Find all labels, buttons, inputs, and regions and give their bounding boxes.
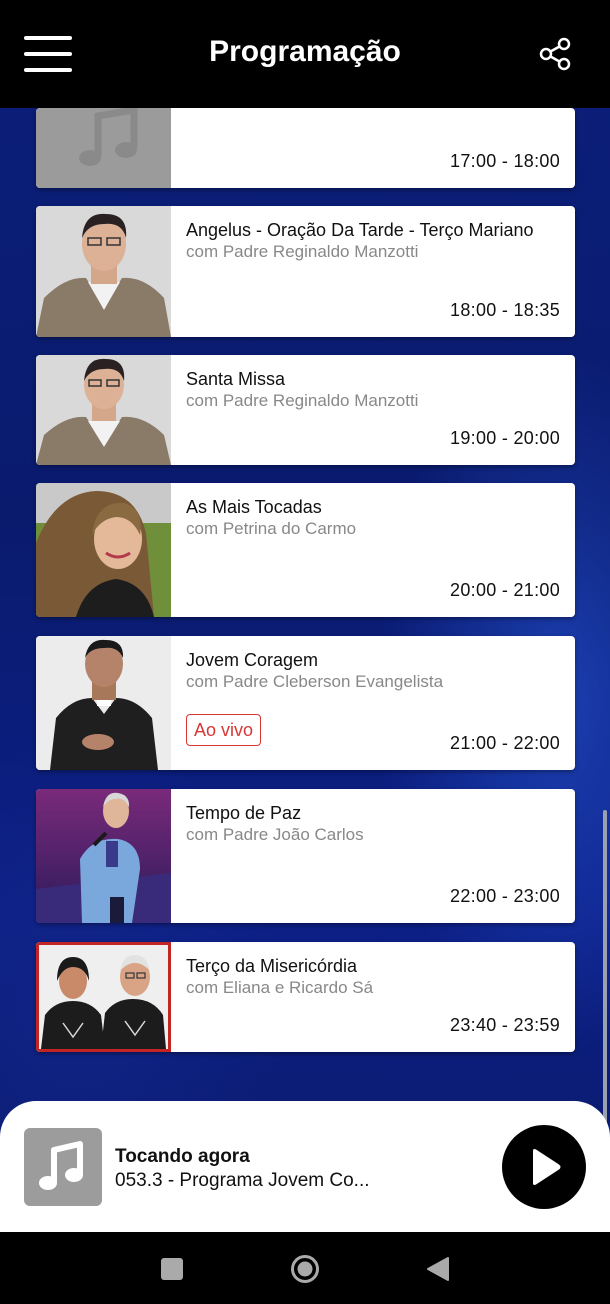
program-host: com Padre Reginaldo Manzotti <box>186 391 419 410</box>
music-placeholder-icon <box>36 108 171 188</box>
schedule-card[interactable]: Santa Missa com Padre Reginaldo Manzotti… <box>36 355 575 465</box>
page-title: Programação <box>209 35 401 68</box>
program-title: As Mais Tocadas <box>186 497 322 517</box>
schedule-time: 18:00 - 18:35 <box>450 300 560 320</box>
schedule-info: Angelus - Oração Da Tarde - Terço Marian… <box>186 220 561 262</box>
back-icon[interactable] <box>426 1256 450 1282</box>
schedule-time: 20:00 - 21:00 <box>450 580 560 600</box>
host-photo <box>36 355 171 465</box>
music-note-icon <box>24 1128 102 1206</box>
home-icon[interactable] <box>290 1254 320 1284</box>
host-photo <box>36 636 171 770</box>
schedule-card[interactable]: As Mais Tocadas com Petrina do Carmo 20:… <box>36 483 575 617</box>
host-photo <box>36 206 171 337</box>
schedule-info: Jovem Coragem com Padre Cleberson Evange… <box>186 650 561 692</box>
recents-icon[interactable] <box>161 1258 183 1280</box>
live-badge: Ao vivo <box>186 714 262 746</box>
schedule-card[interactable]: 17:00 - 18:00 <box>36 108 575 188</box>
schedule-card[interactable]: Tempo de Paz com Padre João Carlos 22:00… <box>36 789 575 923</box>
schedule-time: 22:00 - 23:00 <box>450 886 560 906</box>
program-title: Angelus - Oração Da Tarde - Terço Marian… <box>186 220 534 240</box>
schedule-card[interactable]: Terço da Misericórdia com Eliana e Ricar… <box>36 942 575 1052</box>
host-photo <box>36 942 171 1052</box>
program-host: com Eliana e Ricardo Sá <box>186 978 374 997</box>
share-icon[interactable] <box>538 37 572 71</box>
program-title: Santa Missa <box>186 369 286 389</box>
program-host: com Padre Cleberson Evangelista <box>186 672 444 691</box>
schedule-info: Santa Missa com Padre Reginaldo Manzotti <box>186 369 561 411</box>
system-nav-bar <box>0 1232 610 1304</box>
schedule-info: Tempo de Paz com Padre João Carlos <box>186 803 561 845</box>
schedule-info: As Mais Tocadas com Petrina do Carmo <box>186 497 561 539</box>
schedule-card-live[interactable]: Jovem Coragem com Padre Cleberson Evange… <box>36 636 575 770</box>
program-host: com Padre João Carlos <box>186 825 364 844</box>
program-host: com Petrina do Carmo <box>186 519 357 538</box>
now-playing-track: 053.3 - Programa Jovem Co... <box>115 1170 370 1191</box>
play-button[interactable] <box>502 1125 586 1209</box>
host-photo <box>36 483 171 617</box>
program-title: Jovem Coragem <box>186 650 319 670</box>
schedule-time: 17:00 - 18:00 <box>450 151 560 171</box>
program-host: com Padre Reginaldo Manzotti <box>186 242 419 261</box>
program-title: Tempo de Paz <box>186 803 302 823</box>
schedule-info: Terço da Misericórdia com Eliana e Ricar… <box>186 956 561 998</box>
schedule-time: 23:40 - 23:59 <box>450 1015 560 1035</box>
schedule-card[interactable]: Angelus - Oração Da Tarde - Terço Marian… <box>36 206 575 337</box>
schedule-time: 19:00 - 20:00 <box>450 428 560 448</box>
app-header: Programação <box>0 0 610 108</box>
schedule-time: 21:00 - 22:00 <box>450 733 560 753</box>
play-icon <box>533 1149 561 1185</box>
program-title: Terço da Misericórdia <box>186 956 358 976</box>
host-photo <box>36 789 171 923</box>
now-playing-bar[interactable]: Tocando agora 053.3 - Programa Jovem Co.… <box>0 1101 610 1232</box>
now-playing-label: Tocando agora <box>115 1146 250 1167</box>
